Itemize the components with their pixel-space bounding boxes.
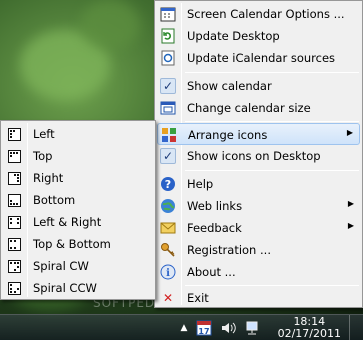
submenu-item-label: Right <box>33 171 64 185</box>
menu-item-label: Screen Calendar Options ... <box>187 7 345 21</box>
submenu-item-label: Bottom <box>33 193 76 207</box>
taskbar: ▲ 17 18:14 02/17/2011 <box>0 314 363 340</box>
arrange-spiral-cw-icon <box>6 258 22 274</box>
submenu-item-spiral-ccw[interactable]: Spiral CCW <box>3 277 153 299</box>
close-icon: ✕ <box>162 291 174 305</box>
submenu-item-left[interactable]: Left <box>3 123 153 145</box>
clock-date: 02/17/2011 <box>277 327 341 340</box>
system-clock[interactable]: 18:14 02/17/2011 <box>278 316 341 340</box>
submenu-item-right[interactable]: Right <box>3 167 153 189</box>
calendar-tray-icon[interactable]: 17 <box>196 320 212 336</box>
menu-item-change-size[interactable]: Change calendar size <box>157 97 360 119</box>
menu-item-label: Show icons on Desktop <box>187 149 321 163</box>
menu-item-feedback[interactable]: Feedback ▶ <box>157 217 360 239</box>
menu-item-label: Change calendar size <box>187 101 311 115</box>
menu-item-web-links[interactable]: Web links ▶ <box>157 195 360 217</box>
show-hidden-icons-icon[interactable]: ▲ <box>176 320 192 336</box>
help-icon: ? <box>160 176 176 192</box>
refresh-icon <box>160 28 176 44</box>
show-desktop-button[interactable] <box>349 315 363 340</box>
submenu-item-label: Spiral CCW <box>33 281 97 295</box>
menu-item-label: Registration ... <box>187 243 271 257</box>
menu-item-help[interactable]: ? Help <box>157 173 360 195</box>
arrange-submenu: Left Top Right Bottom Left & Right Top &… <box>0 120 156 300</box>
svg-text:?: ? <box>165 178 171 191</box>
menu-item-update-icalendar[interactable]: Update iCalendar sources <box>157 47 360 69</box>
submenu-arrow-icon: ▶ <box>346 128 353 137</box>
submenu-item-top-bottom[interactable]: Top & Bottom <box>3 233 153 255</box>
volume-icon[interactable] <box>220 320 236 336</box>
menu-item-label: About ... <box>187 265 236 279</box>
menu-item-label: Feedback <box>187 221 242 235</box>
arrange-icon <box>161 127 177 143</box>
key-icon <box>160 242 176 258</box>
submenu-item-label: Left <box>33 127 55 141</box>
resize-icon <box>160 100 176 116</box>
menu-item-label: Arrange icons <box>188 128 268 142</box>
arrange-right-icon <box>6 170 22 186</box>
menu-item-about[interactable]: i About ... <box>157 261 360 283</box>
context-menu: Screen Calendar Options ... Update Deskt… <box>154 0 363 308</box>
sync-icon <box>160 50 176 66</box>
menu-item-label: Show calendar <box>187 79 272 93</box>
menu-item-label: Exit <box>187 291 209 305</box>
arrange-top-bottom-icon <box>6 236 22 252</box>
arrange-top-icon <box>6 148 22 164</box>
menu-item-label: Update iCalendar sources <box>187 51 336 65</box>
submenu-item-top[interactable]: Top <box>3 145 153 167</box>
submenu-item-label: Top <box>33 149 53 163</box>
submenu-item-spiral-cw[interactable]: Spiral CW <box>3 255 153 277</box>
menu-item-registration[interactable]: Registration ... <box>157 239 360 261</box>
globe-icon <box>160 198 176 214</box>
check-icon: ✓ <box>160 148 176 164</box>
check-icon: ✓ <box>160 78 176 94</box>
submenu-item-label: Left & Right <box>33 215 102 229</box>
menu-item-show-icons[interactable]: ✓ Show icons on Desktop <box>157 145 360 167</box>
submenu-item-left-right[interactable]: Left & Right <box>3 211 153 233</box>
submenu-arrow-icon: ▶ <box>347 199 354 208</box>
submenu-item-label: Spiral CW <box>33 259 89 273</box>
menu-item-label: Update Desktop <box>187 29 280 43</box>
submenu-arrow-icon: ▶ <box>347 221 354 230</box>
submenu-item-bottom[interactable]: Bottom <box>3 189 153 211</box>
calendar-options-icon <box>160 6 176 22</box>
menu-item-exit[interactable]: ✕ Exit <box>157 287 360 309</box>
svg-text:i: i <box>166 268 170 279</box>
menu-item-update-desktop[interactable]: Update Desktop <box>157 25 360 47</box>
menu-item-show-calendar[interactable]: ✓ Show calendar <box>157 75 360 97</box>
info-icon: i <box>160 264 176 280</box>
menu-item-arrange-icons[interactable]: Arrange icons ▶ <box>157 123 360 145</box>
svg-text:17: 17 <box>198 327 209 336</box>
arrange-spiral-ccw-icon <box>6 280 22 296</box>
arrange-bottom-icon <box>6 192 22 208</box>
menu-item-label: Help <box>187 177 214 191</box>
arrange-left-icon <box>6 126 22 142</box>
menu-item-label: Web links <box>187 199 243 213</box>
submenu-item-label: Top & Bottom <box>33 237 111 251</box>
arrange-left-right-icon <box>6 214 22 230</box>
menu-item-options[interactable]: Screen Calendar Options ... <box>157 3 360 25</box>
network-icon[interactable] <box>244 320 260 336</box>
envelope-icon <box>160 220 176 236</box>
